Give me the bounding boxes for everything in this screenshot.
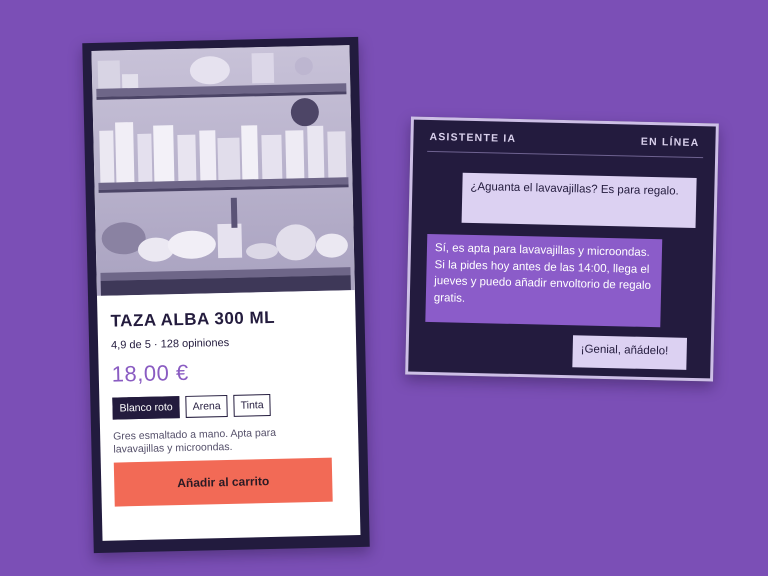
chat-message-assistant: Sí, es apta para lavavajillas y microond… (425, 233, 663, 328)
variant-option-arena[interactable]: Arena (185, 394, 228, 418)
variant-option-blanco-roto[interactable]: Blanco roto (112, 396, 180, 420)
assistant-status: EN LÍNEA (640, 135, 700, 150)
product-title: TAZA ALBA 300 ML (110, 307, 276, 331)
product-photo (91, 45, 355, 296)
product-price: 18,00 € (111, 359, 189, 387)
assistant-panel: ASISTENTE IA EN LÍNEA ¿Aguanta el lavava… (405, 116, 719, 382)
add-to-cart-button[interactable]: Añadir al carrito (113, 457, 333, 507)
chat-message-user: ¡Genial, añádelo! (572, 335, 688, 370)
product-card-content: TAZA ALBA 300 ML 4,9 de 5 · 128 opinione… (91, 45, 361, 541)
chat-message-user: ¿Aguanta el lavavajillas? Es para regalo… (461, 172, 697, 229)
assistant-title: ASISTENTE IA (429, 130, 517, 145)
product-rating: 4,9 de 5 · 128 opiniones (110, 336, 230, 352)
product-card: TAZA ALBA 300 ML 4,9 de 5 · 128 opinione… (82, 36, 370, 554)
product-description: Gres esmaltado a mano. Apta para lavavaj… (113, 426, 277, 456)
variant-option-tinta[interactable]: Tinta (233, 394, 271, 417)
variant-selector: Blanco roto Arena Tinta (112, 392, 345, 420)
